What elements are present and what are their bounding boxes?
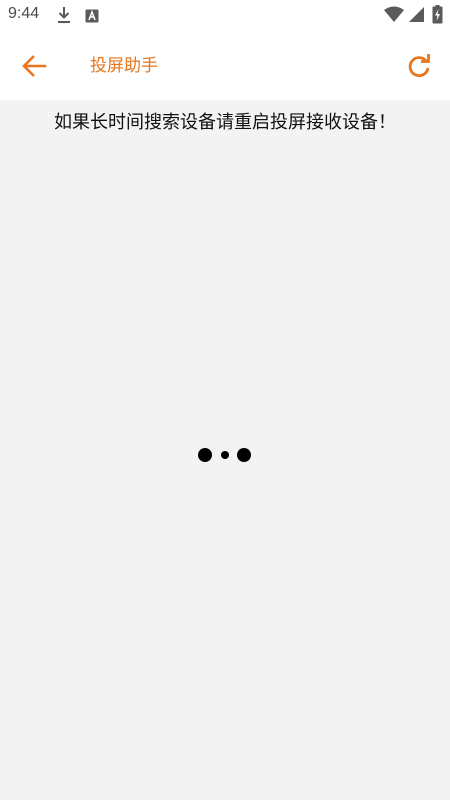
loading-dot: [221, 451, 229, 459]
restart-hint-text: 如果长时间搜索设备请重启投屏接收设备！: [54, 112, 396, 133]
status-time: 9:44: [8, 5, 40, 22]
notification-a-icon: [85, 8, 99, 27]
back-button[interactable]: [14, 46, 54, 86]
device-search-area: 如果长时间搜索设备请重启投屏接收设备！: [0, 100, 450, 800]
wifi-icon: [384, 6, 404, 27]
loading-indicator: [0, 445, 450, 465]
arrow-left-icon: [22, 55, 47, 77]
refresh-icon: [408, 54, 430, 78]
toolbar: 投屏助手: [0, 32, 450, 100]
status-bar: 9:44: [0, 0, 450, 32]
loading-dot: [198, 448, 212, 462]
loading-dot: [237, 448, 251, 462]
battery-charging-icon: [432, 5, 443, 28]
signal-icon: [408, 6, 425, 27]
download-icon: [57, 6, 71, 28]
page-title: 投屏助手: [90, 56, 158, 76]
screen: 9:44 投屏助手 如果长时间搜索设备请重启投屏接收设备！: [0, 0, 450, 800]
refresh-button[interactable]: [398, 46, 440, 86]
